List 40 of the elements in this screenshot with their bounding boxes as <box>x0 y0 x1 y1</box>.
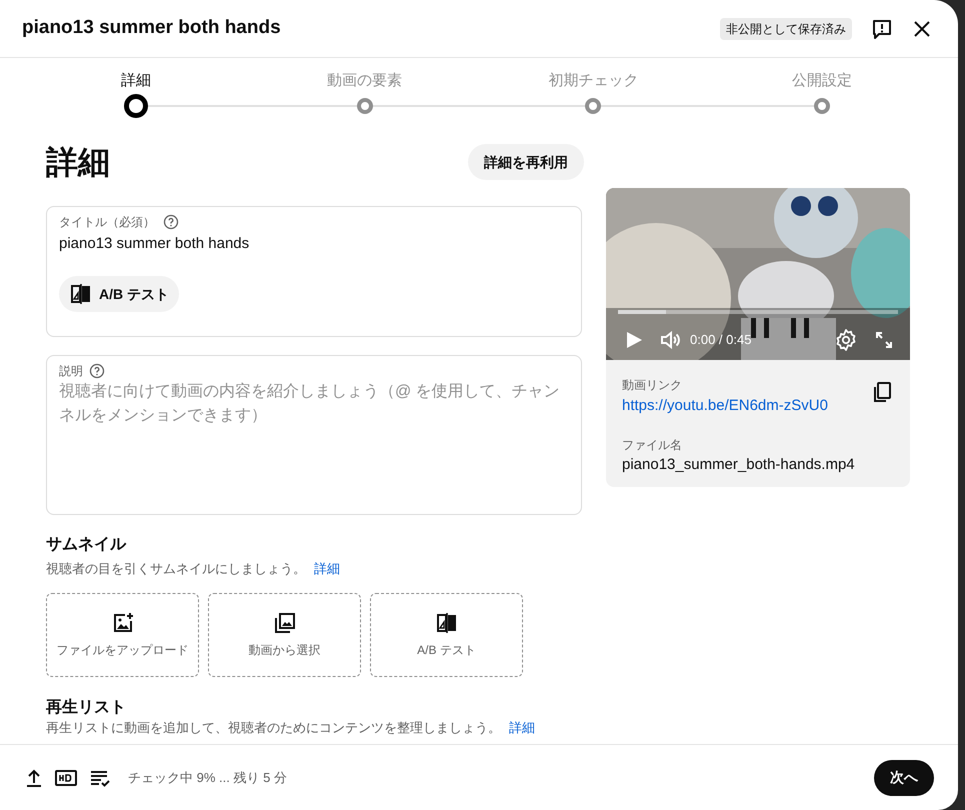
dialog-title: piano13 summer both hands <box>22 16 282 40</box>
video-time: 0:00 / 0:45 <box>690 331 752 350</box>
fullscreen-icon[interactable] <box>874 330 894 350</box>
upload-icon[interactable] <box>24 768 44 788</box>
play-icon[interactable] <box>624 330 644 350</box>
file-name: piano13_summer_both-hands.mp4 <box>622 455 856 475</box>
video-link-label: 動画リンク <box>622 377 683 394</box>
settings-icon[interactable] <box>834 328 858 352</box>
thumbnail-option[interactable]: ファイルをアップロード <box>46 592 199 676</box>
close-icon <box>912 18 932 38</box>
ab-test-button[interactable]: A/B テスト <box>59 276 179 312</box>
section-description: 視聴者の目を引くサムネイルにしましょう。 詳細 <box>46 560 341 578</box>
section-description: 再生リストに動画を追加して、視聴者のためにコンテンツを整理しましょう。 詳細 <box>46 718 536 736</box>
step-tab[interactable]: 詳細 <box>81 58 191 118</box>
split-image-icon <box>69 282 93 306</box>
file-name-label: ファイル名 <box>622 437 683 454</box>
thumbnail-option[interactable]: A/B テスト <box>370 592 523 676</box>
split-image-icon <box>434 610 458 634</box>
video-link[interactable]: https://youtu.be/EN6dm-zSvU0 <box>622 397 828 414</box>
next-button[interactable]: 次へ <box>874 760 934 796</box>
volume-icon[interactable] <box>658 328 682 352</box>
reuse-details-button[interactable]: 詳細を再利用 <box>468 144 584 180</box>
page-heading: 詳細 <box>46 143 110 182</box>
field-label: 説明 <box>59 363 83 380</box>
section-heading: サムネイル <box>46 535 128 555</box>
video-player[interactable]: 0:00 / 0:45 <box>606 188 910 360</box>
title-input[interactable]: piano13 summer both hands <box>59 233 569 256</box>
field-label: タイトル（必須） <box>59 214 155 231</box>
help-icon[interactable] <box>163 214 179 230</box>
check-status: チェック中 9% ... 残り 5 分 <box>128 768 288 787</box>
step-tab[interactable]: 初期チェック <box>538 58 648 118</box>
learn-more-link[interactable]: 詳細 <box>314 561 340 576</box>
step-tab[interactable]: 公開設定 <box>766 58 877 118</box>
image-stack-icon <box>272 610 296 634</box>
help-icon[interactable] <box>89 363 105 379</box>
step-tab[interactable]: 動画の要素 <box>310 58 420 118</box>
saved-status-badge: 非公開として保存済み <box>720 18 852 40</box>
learn-more-link[interactable]: 詳細 <box>509 720 535 734</box>
thumbnail-option[interactable]: 動画から選択 <box>208 592 361 676</box>
section-heading: 再生リスト <box>46 698 127 718</box>
